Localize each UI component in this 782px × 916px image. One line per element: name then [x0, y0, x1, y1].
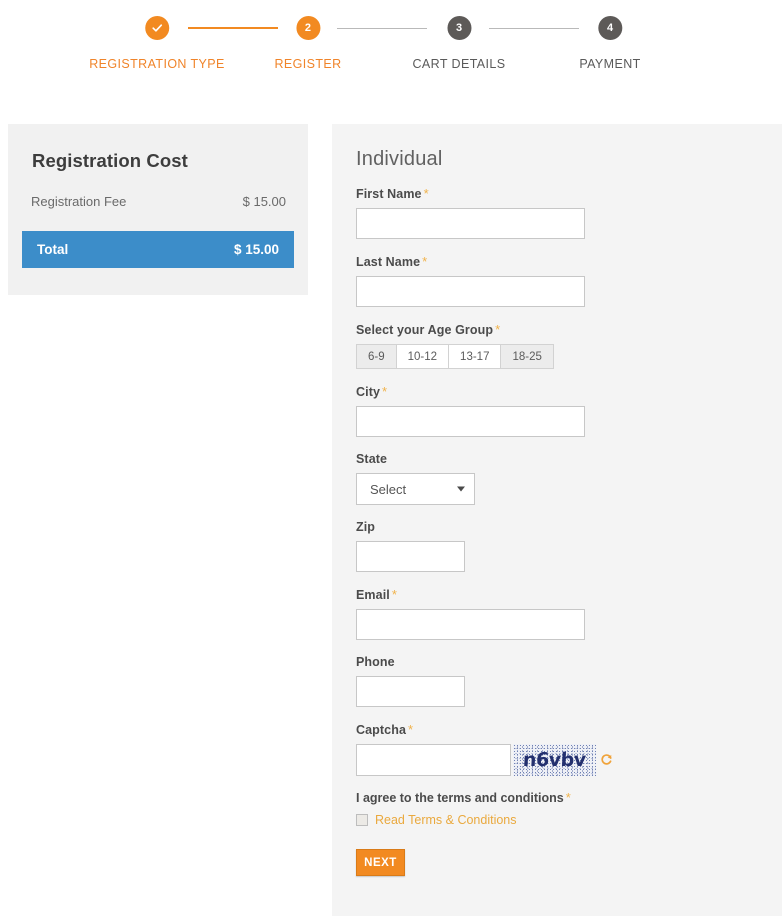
registration-fee-label: Registration Fee: [31, 194, 127, 209]
captcha-challenge-text: n6vbv: [522, 749, 587, 771]
field-city: City *: [356, 384, 766, 437]
first-name-label-text: First Name: [356, 187, 422, 201]
state-select-value: Select: [370, 481, 407, 497]
terms-row: Read Terms & Conditions: [356, 813, 766, 827]
check-icon: [152, 24, 162, 32]
step-4-circle: 4: [598, 16, 622, 40]
last-name-label-text: Last Name: [356, 255, 421, 269]
step-4-label: PAYMENT: [579, 57, 641, 71]
step-3-circle: 3: [447, 16, 471, 40]
city-label-text: City: [356, 385, 381, 399]
terms-label-text: I agree to the terms and conditions: [356, 791, 564, 805]
age-group-option-10-12[interactable]: 10-12: [395, 344, 449, 369]
field-last-name: Last Name *: [356, 254, 766, 307]
step-registration-type[interactable]: REGISTRATION TYPE: [89, 16, 225, 71]
first-name-input[interactable]: [356, 208, 585, 239]
state-select[interactable]: Select: [356, 473, 475, 505]
field-first-name: First Name *: [356, 186, 766, 239]
captcha-input[interactable]: [356, 744, 511, 776]
progress-stepper: REGISTRATION TYPE 2 REGISTER 3 CART DETA…: [0, 0, 782, 110]
terms-label: I agree to the terms and conditions *: [356, 790, 766, 805]
field-state: State Select: [356, 452, 766, 505]
captcha-row: n6vbv: [356, 744, 766, 776]
required-asterisk: *: [423, 186, 429, 201]
email-label-text: Email: [356, 588, 390, 602]
registration-cost-panel: Registration Cost Registration Fee $ 15.…: [8, 124, 308, 295]
total-row: Total $ 15.00: [22, 231, 294, 268]
city-label: City *: [356, 384, 766, 399]
step-1-label: REGISTRATION TYPE: [89, 57, 225, 71]
required-asterisk: *: [382, 384, 388, 399]
age-group-options: 6-9 10-12 13-17 18-25: [356, 344, 766, 369]
phone-label: Phone: [356, 655, 395, 669]
registration-fee-row: Registration Fee $ 15.00: [31, 194, 286, 209]
registration-page: REGISTRATION TYPE 2 REGISTER 3 CART DETA…: [0, 0, 782, 916]
step-cart-details[interactable]: 3 CART DETAILS: [412, 16, 505, 71]
form-title: Individual: [356, 148, 443, 170]
last-name-label: Last Name *: [356, 254, 766, 269]
step-payment[interactable]: 4 PAYMENT: [579, 16, 640, 71]
terms-checkbox[interactable]: [356, 814, 368, 826]
field-email: Email *: [356, 587, 766, 640]
field-age-group: Select your Age Group * 6-9 10-12 13-17 1…: [356, 322, 766, 369]
last-name-input[interactable]: [356, 276, 585, 307]
registration-form-panel: Individual First Name * Last Name * Select…: [332, 124, 782, 916]
phone-input[interactable]: [356, 676, 465, 707]
field-captcha: Captcha * n6vbv: [356, 722, 766, 776]
state-label: State: [356, 452, 388, 466]
age-group-option-18-25[interactable]: 18-25: [500, 344, 554, 369]
zip-input[interactable]: [356, 541, 465, 572]
step-2-label: REGISTER: [274, 57, 342, 71]
email-label: Email *: [356, 587, 766, 602]
age-group-label-text: Select your Age Group: [356, 323, 494, 337]
zip-label: Zip: [356, 520, 376, 534]
required-asterisk: *: [422, 254, 428, 269]
chevron-down-icon: [457, 486, 465, 492]
captcha-label-text: Captcha: [356, 723, 407, 737]
step-3-label: CART DETAILS: [412, 57, 506, 71]
field-phone: Phone: [356, 655, 766, 707]
required-asterisk: *: [565, 790, 571, 805]
required-asterisk: *: [495, 322, 501, 337]
step-register[interactable]: 2 REGISTER: [274, 16, 341, 71]
registration-cost-title: Registration Cost: [32, 150, 188, 171]
required-asterisk: *: [391, 587, 398, 602]
registration-fee-value: $ 15.00: [242, 194, 286, 209]
age-group-option-6-9[interactable]: 6-9: [356, 344, 396, 369]
terms-link[interactable]: Read Terms & Conditions: [375, 813, 517, 827]
city-input[interactable]: [356, 406, 585, 437]
total-value: $ 15.00: [233, 242, 279, 257]
step-2-circle: 2: [295, 16, 320, 40]
total-label: Total: [37, 242, 69, 257]
age-group-option-13-17[interactable]: 13-17: [448, 344, 501, 369]
email-input[interactable]: [356, 609, 585, 640]
required-asterisk: *: [408, 722, 414, 737]
field-zip: Zip: [356, 520, 766, 572]
refresh-icon[interactable]: [600, 753, 613, 766]
age-group-label: Select your Age Group *: [356, 322, 766, 337]
next-button[interactable]: NEXT: [356, 849, 405, 876]
step-1-circle: [145, 16, 169, 40]
first-name-label: First Name *: [356, 186, 766, 201]
captcha-label: Captcha *: [356, 722, 766, 737]
captcha-image: n6vbv: [513, 744, 596, 776]
